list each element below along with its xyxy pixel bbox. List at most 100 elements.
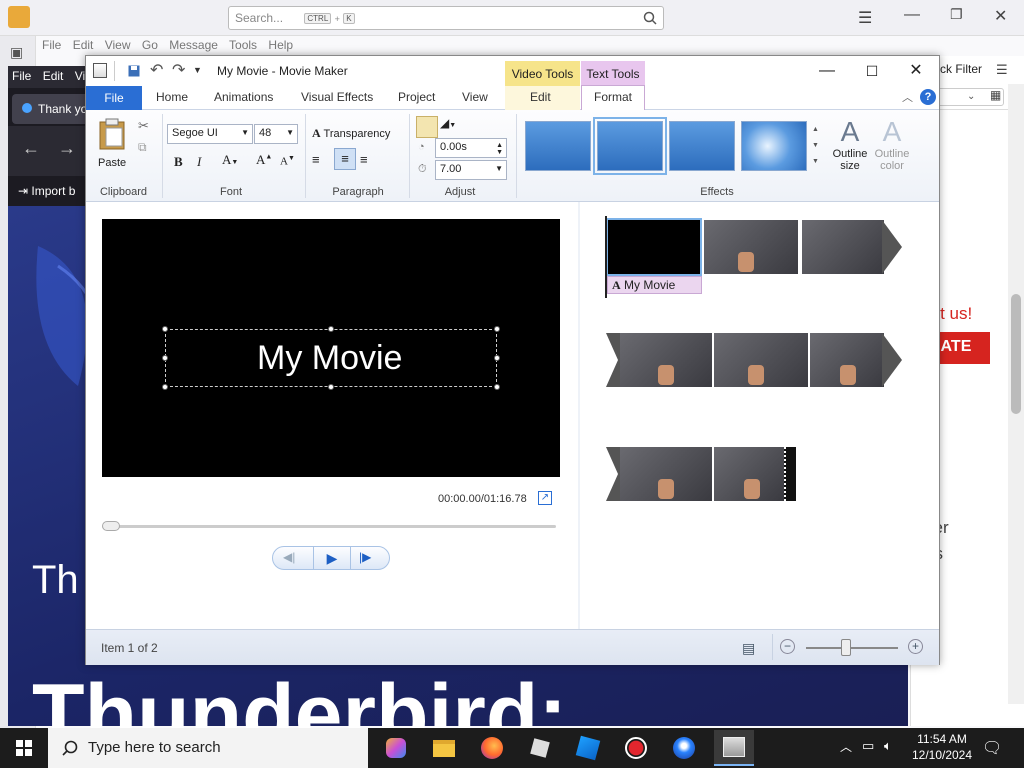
notifications-icon[interactable]: 🗨︎ [982, 738, 1002, 758]
resize-handle[interactable] [494, 326, 500, 332]
file-explorer-icon[interactable] [424, 732, 464, 764]
thunderbird-search-input[interactable]: Search... CTRL + K [228, 6, 664, 30]
resize-handle[interactable] [494, 384, 500, 390]
menu-tools[interactable]: Tools [229, 38, 257, 52]
tab-project[interactable]: Project [398, 90, 435, 104]
roblox-icon[interactable] [520, 732, 560, 764]
storyboard-timeline[interactable]: A My Movie [580, 202, 939, 629]
taskbar-search-box[interactable]: Type here to search [48, 728, 368, 768]
paste-button[interactable]: Paste [98, 118, 128, 174]
thumbnail-size-icon[interactable]: ▤ [742, 640, 755, 657]
forward-icon[interactable]: → [58, 138, 76, 159]
menu-message[interactable]: Message [169, 38, 218, 52]
zoom-in-icon[interactable]: + [908, 639, 923, 654]
background-color-button[interactable] [416, 116, 438, 138]
filter-menu-icon[interactable]: ☰ [996, 62, 1008, 78]
mail-icon[interactable] [8, 6, 30, 28]
italic-button[interactable]: I [197, 154, 201, 170]
show-hidden-icons-icon[interactable]: ︿ [840, 738, 852, 755]
zoom-out-icon[interactable]: − [780, 639, 795, 654]
close-button[interactable]: ✕ [893, 58, 939, 84]
shrink-font-button[interactable]: A▼ [280, 154, 295, 168]
effects-gallery-scroll[interactable]: ▲ ▼ ▼ [812, 122, 819, 170]
quick-filter-label[interactable]: ck Filter [940, 62, 982, 76]
resize-handle[interactable] [494, 355, 500, 361]
menu-file[interactable]: File [42, 38, 61, 52]
preview-title-text[interactable]: My Movie [257, 339, 402, 378]
ff-menu-file[interactable]: File [12, 69, 31, 83]
cut-icon[interactable]: ✂ [138, 118, 149, 134]
qat-dropdown-icon[interactable]: ▼ [193, 65, 202, 75]
resize-handle[interactable] [328, 326, 334, 332]
resize-handle[interactable] [162, 326, 168, 332]
effect-thumbnail-4[interactable] [741, 121, 807, 171]
video-clip-row-2[interactable] [606, 333, 902, 387]
start-time-stepper[interactable]: 0.00s ▲ ▼ [435, 138, 507, 158]
undo-icon[interactable]: ↶ [150, 60, 163, 80]
volume-icon[interactable]: 🔈︎ [884, 738, 892, 754]
import-bookmarks-link[interactable]: ⇥ Import b [18, 184, 75, 198]
collapse-ribbon-icon[interactable]: ︿ [902, 89, 913, 105]
zoom-slider-thumb[interactable] [841, 639, 851, 656]
seek-bar[interactable] [102, 525, 556, 528]
effect-thumbnail-1[interactable] [525, 121, 591, 171]
effect-thumbnail-3[interactable] [669, 121, 735, 171]
roblox-studio-icon[interactable] [568, 732, 608, 764]
next-frame-button[interactable]: |▶ [359, 550, 371, 564]
resize-handle[interactable] [328, 384, 334, 390]
scrollbar-thumb[interactable] [1011, 294, 1021, 414]
video-clip-row-1[interactable] [606, 218, 902, 276]
outline-color-button[interactable]: A Outline color [872, 116, 912, 172]
previous-frame-button[interactable]: ◀| [283, 550, 295, 564]
title-clip[interactable] [606, 218, 702, 276]
align-right-button[interactable]: ≡ [360, 152, 368, 167]
tab-visual-effects[interactable]: Visual Effects [301, 90, 373, 104]
caption-clip[interactable]: A My Movie [607, 276, 702, 294]
redo-icon[interactable]: ↷ [172, 60, 185, 80]
search-icon[interactable] [643, 11, 657, 25]
duration-select[interactable]: 7.00 ▼ [435, 160, 507, 180]
tab-view[interactable]: View [462, 90, 488, 104]
network-icon[interactable]: ▭ [862, 738, 874, 754]
close-icon[interactable]: ✕ [994, 6, 1007, 26]
bold-button[interactable]: B [174, 154, 183, 170]
movie-maker-app-icon[interactable] [93, 63, 107, 78]
transparency-button[interactable]: A Transparency [312, 126, 390, 141]
menu-edit[interactable]: Edit [73, 38, 94, 52]
ff-menu-edit[interactable]: Edit [43, 69, 64, 83]
fullscreen-icon[interactable]: ↗ [538, 491, 552, 505]
thunderbird-icon[interactable] [664, 732, 704, 764]
font-family-select[interactable]: Segoe UI ▼ [167, 124, 253, 144]
minimize-icon[interactable]: — [904, 6, 920, 24]
vertical-scrollbar[interactable] [1008, 84, 1024, 704]
firefox-icon[interactable] [472, 732, 512, 764]
save-icon[interactable] [128, 65, 140, 77]
text-color-icon[interactable]: ◢▼ [440, 116, 456, 130]
effect-thumbnail-2-selected[interactable] [593, 117, 667, 175]
address-book-icon[interactable]: ▣ [10, 44, 23, 61]
tab-home[interactable]: Home [156, 90, 188, 104]
back-icon[interactable]: ← [22, 138, 40, 159]
outline-size-button[interactable]: A Outline size [830, 116, 870, 172]
tab-animations[interactable]: Animations [214, 90, 273, 104]
grow-font-button[interactable]: A▲ [256, 152, 272, 168]
menu-icon[interactable]: ☰ [858, 8, 872, 28]
menu-help[interactable]: Help [268, 38, 293, 52]
seek-bar-thumb[interactable] [102, 521, 120, 531]
system-clock[interactable]: 11:54 AM 12/10/2024 [904, 731, 980, 763]
tab-format[interactable]: Format [594, 90, 632, 104]
restore-icon[interactable]: ❐ [950, 6, 963, 23]
video-clip-row-3[interactable] [606, 447, 798, 501]
tab-edit[interactable]: Edit [530, 90, 551, 104]
zoom-slider[interactable] [806, 647, 898, 649]
align-center-button[interactable]: ≡ [334, 148, 356, 170]
copilot-icon[interactable] [376, 732, 416, 764]
resize-handle[interactable] [162, 355, 168, 361]
copy-icon[interactable]: ⧉ [138, 140, 147, 155]
start-button[interactable] [0, 728, 48, 768]
align-left-button[interactable]: ≡ [312, 152, 320, 167]
font-size-select[interactable]: 48 ▼ [254, 124, 298, 144]
minimize-button[interactable]: — [804, 58, 850, 84]
resize-handle[interactable] [162, 384, 168, 390]
font-color-button[interactable]: A▼ [222, 152, 238, 168]
